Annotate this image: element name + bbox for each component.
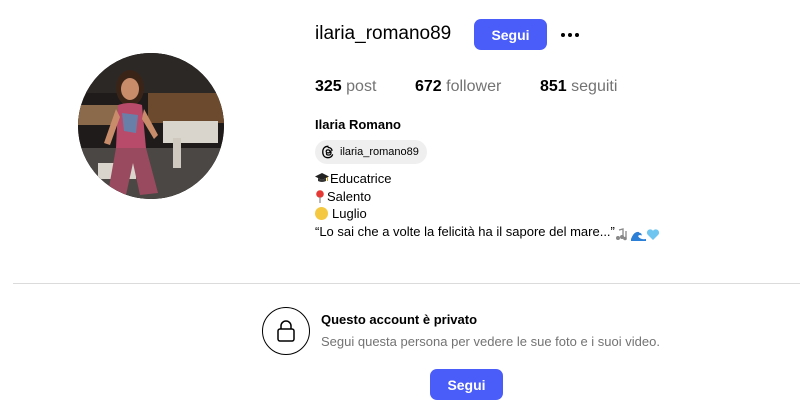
more-options-icon[interactable] — [558, 26, 582, 44]
bio-quote: “Lo sai che a volte la felicità ha il sa… — [315, 223, 615, 239]
follow-button-private[interactable]: Segui — [430, 369, 503, 400]
lock-badge — [262, 307, 310, 355]
stat-following[interactable]: 851 seguiti — [540, 78, 617, 96]
profile-avatar[interactable] — [78, 53, 224, 199]
bio-location: Salento — [327, 188, 372, 204]
more-dot — [568, 33, 572, 37]
profile-full-name: Ilaria Romano — [315, 117, 401, 132]
more-dot — [575, 33, 579, 37]
threads-icon — [322, 145, 334, 159]
full-moon-icon — [315, 207, 328, 220]
avatar-photo — [78, 53, 224, 199]
bio-occupation: Educatrice — [330, 171, 392, 186]
followers-count: 672 — [415, 78, 442, 95]
bio-line-occupation: Educatrice — [315, 170, 660, 188]
music-notes-icon — [615, 227, 627, 240]
threads-link[interactable]: ilaria_romano89 — [315, 140, 427, 164]
profile-username: ilaria_romano89 — [315, 23, 452, 44]
follow-button[interactable]: Segui — [474, 19, 547, 50]
followers-label: follower — [446, 78, 502, 95]
bio-line-location: Salento — [315, 188, 660, 206]
following-label: seguiti — [571, 78, 618, 95]
stat-followers[interactable]: 672 follower — [415, 78, 501, 96]
posts-label: post — [346, 78, 377, 95]
bio-line-birthday: Luglio — [315, 205, 660, 223]
stat-posts: 325 post — [315, 78, 376, 96]
following-count: 851 — [540, 78, 567, 95]
lock-icon — [277, 320, 295, 342]
section-divider — [13, 283, 800, 284]
location-pin-icon — [316, 189, 324, 203]
profile-bio: Educatrice Salento Luglio “Lo sai che a … — [315, 170, 660, 242]
more-dot — [561, 33, 565, 37]
private-account-title: Questo account è privato — [321, 312, 478, 327]
light-blue-heart-icon — [646, 228, 659, 240]
wave-icon — [630, 231, 646, 241]
threads-handle: ilaria_romano89 — [340, 146, 419, 158]
bio-line-quote: “Lo sai che a volte la felicità ha il sa… — [315, 223, 660, 243]
private-account-subtitle: Segui questa persona per vedere le sue f… — [321, 334, 660, 349]
graduation-cap-icon — [315, 173, 329, 182]
posts-count: 325 — [315, 78, 342, 95]
bio-birthday: Luglio — [332, 206, 367, 221]
